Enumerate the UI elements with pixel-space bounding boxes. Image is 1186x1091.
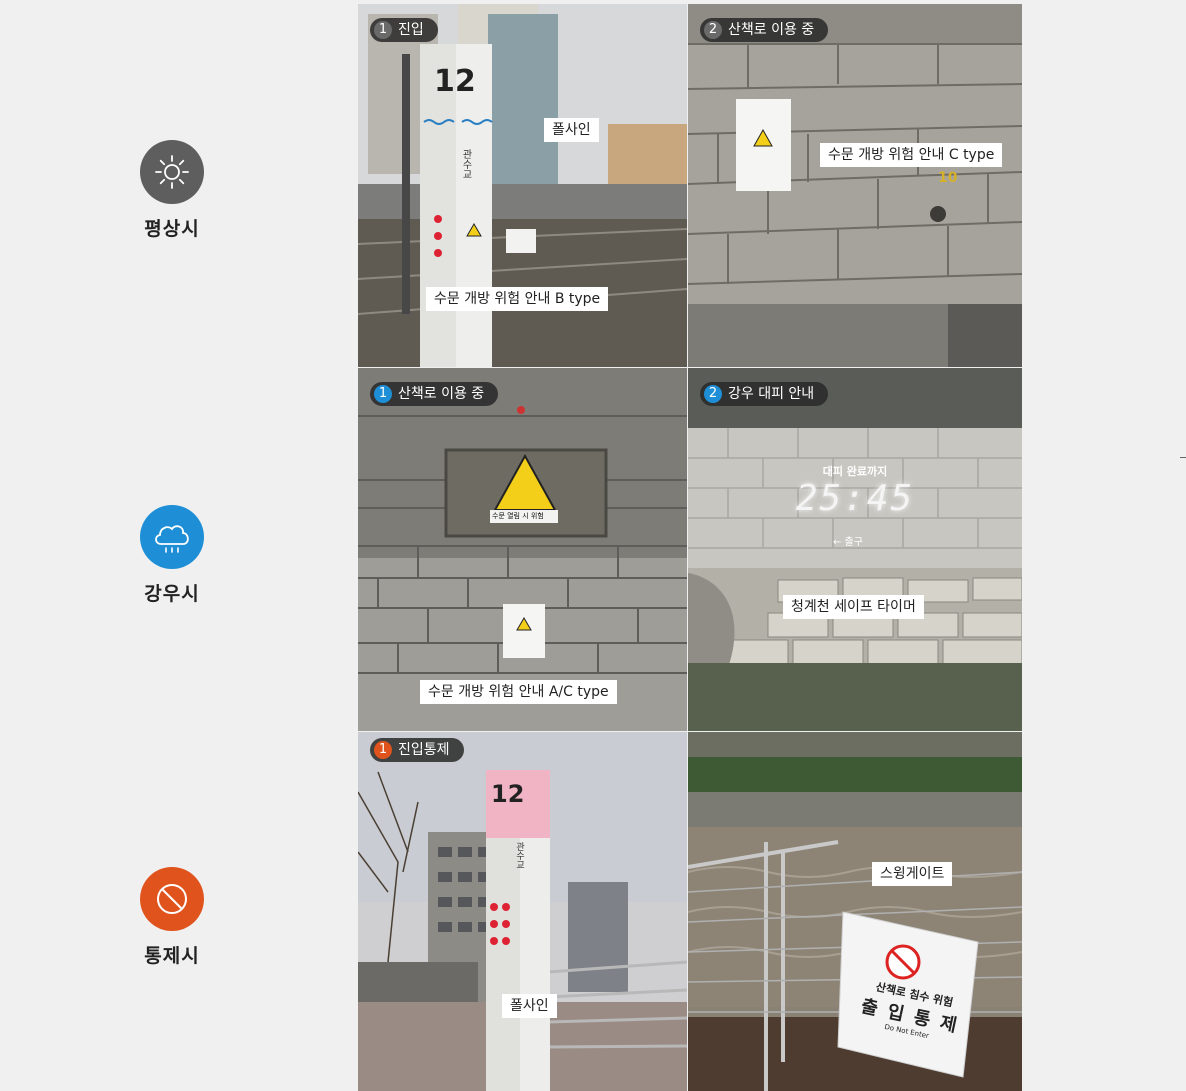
photo-normal-walkway: 10 2 산책로 이용 중 수문 개방 위험 안내 C type <box>688 4 1022 367</box>
timer-value: 25:45 <box>795 478 915 519</box>
timer-title: 대피 완료까지 <box>822 465 888 478</box>
caption-pole-sign: 폴사인 <box>544 118 599 142</box>
pole-name: 관수교 <box>460 149 471 179</box>
mode-label: 통제시 <box>144 945 200 967</box>
step-badge: 2 강우 대피 안내 <box>700 382 829 406</box>
divider-mark <box>1180 457 1186 458</box>
rain-cloud-icon <box>140 505 204 569</box>
caption-swing-gate: 스윙게이트 <box>872 862 953 886</box>
pole-name: 관수교 <box>514 842 524 869</box>
caption-sign-ac: 수문 개방 위험 안내 A/C type <box>420 680 617 704</box>
caption-safe-timer: 청계천 세이프 타이머 <box>783 595 924 619</box>
caption-pole-sign: 폴사인 <box>502 994 557 1018</box>
step-badge: 1 진입통제 <box>370 738 464 762</box>
exit-direction: ← 출구 <box>833 537 863 548</box>
mode-rain: 강우시 <box>112 505 232 606</box>
gate-sign-text: 수문 열림 시 위험 <box>492 512 544 520</box>
mode-label: 평상시 <box>144 218 200 240</box>
mode-control: 통제시 <box>112 867 232 968</box>
sun-icon <box>140 140 204 204</box>
photo-normal-entry: 12 관수교 1 진입 폴사인 수문 개방 위험 안내 B type <box>358 4 687 367</box>
photo-rain-walkway: 수문 열림 시 위험 1 산책로 이용 중 수문 개방 위험 안내 A/C ty… <box>358 368 687 731</box>
photo-control-gate: 산책로 침수 위험 출 입 통 제 Do Not Enter 스윙게이트 <box>688 732 1022 1091</box>
photo-rain-evacuation: 대피 완료까지 25:45 ← 출구 2 강우 대피 안내 청계천 세이프 타이… <box>688 368 1022 731</box>
caption-sign-c: 수문 개방 위험 안내 C type <box>820 143 1003 167</box>
mode-normal: 평상시 <box>112 140 232 241</box>
photo-control-entry: 12 관수교 1 진입통제 폴사인 <box>358 732 687 1091</box>
prohibition-icon <box>140 867 204 931</box>
pole-number: 12 <box>491 780 525 808</box>
step-badge: 2 산책로 이용 중 <box>700 18 829 42</box>
step-badge: 1 진입 <box>370 18 438 42</box>
step-badge: 1 산책로 이용 중 <box>370 382 499 406</box>
mode-label: 강우시 <box>144 583 200 605</box>
wall-marker: 10 <box>938 170 958 186</box>
caption-sign-b: 수문 개방 위험 안내 B type <box>426 287 609 311</box>
pole-number: 12 <box>434 64 476 99</box>
